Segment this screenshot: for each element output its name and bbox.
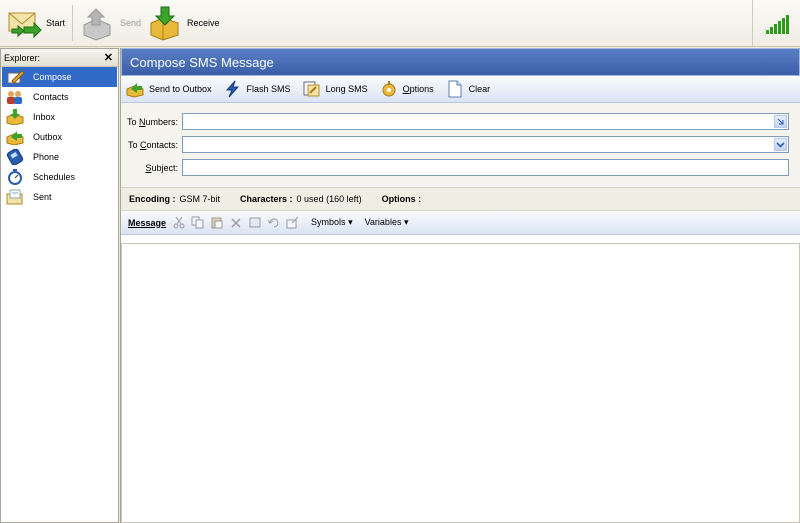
send-button[interactable]: Send — [80, 3, 141, 43]
long-sms-label: Long SMS — [325, 84, 368, 94]
clear-button[interactable]: Clear — [446, 78, 491, 100]
flash-icon — [224, 80, 242, 98]
explorer-item-label: Phone — [33, 152, 60, 162]
explorer-header: Explorer: ✕ — [1, 49, 118, 67]
characters-label: Characters : — [240, 194, 293, 204]
stopwatch-icon — [6, 169, 24, 185]
signal-strength-icon — [752, 0, 800, 46]
explorer-title: Explorer: — [4, 52, 41, 63]
send-to-outbox-button[interactable]: Send to Outbox — [126, 78, 212, 100]
send-box-icon — [80, 5, 116, 41]
explorer-item-label: Schedules — [33, 172, 76, 182]
toolbar-separator — [72, 5, 73, 41]
recipient-form: To Numbers: To Contacts: Subject: — [121, 103, 800, 187]
start-envelope-icon — [6, 5, 42, 41]
explorer-item-label: Inbox — [33, 112, 56, 122]
options-status-label: Options : — [381, 194, 422, 204]
explorer-panel: Explorer: ✕ Compose Contacts Inbox Outbo… — [0, 48, 119, 523]
long-sms-icon — [303, 80, 321, 98]
cut-icon[interactable] — [172, 216, 186, 229]
clear-label: Clear — [468, 84, 491, 94]
paste-icon[interactable] — [210, 216, 224, 229]
copy-icon[interactable] — [191, 216, 205, 229]
page-title: Compose SMS Message — [121, 48, 800, 76]
options-button[interactable]: Options — [380, 78, 434, 100]
explorer-item-compose[interactable]: Compose — [2, 67, 117, 87]
send-to-outbox-label: Send to Outbox — [149, 84, 212, 94]
receive-button[interactable]: Receive — [147, 3, 220, 43]
compose-command-bar: Send to Outbox Flash SMS Long SMS Option… — [121, 76, 800, 103]
explorer-item-outbox[interactable]: Outbox — [2, 127, 117, 147]
subject-label: Subject: — [145, 162, 178, 173]
phone-icon — [6, 148, 24, 166]
message-textarea[interactable] — [121, 243, 800, 523]
insert-icon[interactable] — [286, 216, 300, 229]
explorer-item-phone[interactable]: Phone — [2, 147, 117, 167]
receive-box-icon — [147, 5, 183, 41]
options-label: Options — [402, 84, 434, 94]
main-toolbar: Start Send Receive — [0, 0, 800, 47]
dropdown-arrow-icon: ▾ — [348, 217, 353, 227]
explorer-item-contacts[interactable]: Contacts — [2, 87, 117, 107]
sent-icon — [6, 189, 24, 205]
subject-input[interactable] — [182, 159, 789, 176]
explorer-item-label: Sent — [33, 192, 52, 202]
send-label: Send — [120, 18, 142, 28]
flash-sms-button[interactable]: Flash SMS — [224, 78, 291, 100]
compose-panel: Compose SMS Message Send to Outbox Flash… — [120, 48, 800, 523]
dropdown-arrow-icon: ▾ — [403, 217, 409, 227]
explorer-item-schedules[interactable]: Schedules — [2, 167, 117, 187]
select-all-icon[interactable] — [248, 216, 262, 229]
undo-icon[interactable] — [267, 216, 281, 229]
long-sms-button[interactable]: Long SMS — [303, 78, 368, 100]
flash-sms-label: Flash SMS — [246, 84, 291, 94]
explorer-item-sent[interactable]: Sent — [2, 187, 117, 207]
to-contacts-select[interactable] — [182, 136, 789, 153]
message-label: Message — [128, 217, 167, 228]
contacts-icon — [6, 89, 24, 105]
compose-icon — [6, 69, 25, 85]
explorer-item-label: Compose — [33, 72, 72, 82]
characters-value: 0 used (160 left) — [296, 194, 362, 204]
encoding-value[interactable]: GSM 7-bit — [180, 194, 221, 204]
to-numbers-label: To Numbers: — [126, 116, 178, 127]
send-to-outbox-icon — [126, 80, 144, 98]
start-label: Start — [46, 18, 66, 28]
message-toolbar: Message Symbols ▾ Variables ▾ — [121, 211, 800, 235]
outbox-icon — [6, 129, 24, 146]
start-button[interactable]: Start — [6, 3, 65, 43]
chevron-down-icon[interactable] — [774, 138, 787, 151]
encoding-label: Encoding : — [129, 194, 176, 204]
explorer-item-label: Outbox — [33, 132, 63, 142]
explorer-item-label: Contacts — [33, 92, 69, 102]
variables-menu[interactable]: Variables ▾ — [365, 217, 409, 228]
options-icon — [380, 80, 398, 98]
receive-label: Receive — [187, 18, 220, 28]
variables-label: Variables — [364, 217, 402, 227]
to-contacts-label: To Contacts: — [127, 139, 178, 150]
symbols-label: Symbols — [311, 217, 346, 227]
to-numbers-input[interactable] — [182, 113, 789, 130]
message-info-bar: Encoding : GSM 7-bit Characters : 0 used… — [121, 187, 800, 211]
blank-page-icon — [446, 80, 464, 98]
explorer-item-inbox[interactable]: Inbox — [2, 107, 117, 127]
delete-icon[interactable] — [229, 216, 243, 229]
pick-number-icon[interactable] — [774, 115, 787, 128]
close-icon[interactable]: ✕ — [104, 51, 113, 64]
inbox-icon — [6, 109, 24, 126]
symbols-menu[interactable]: Symbols ▾ — [311, 217, 353, 228]
